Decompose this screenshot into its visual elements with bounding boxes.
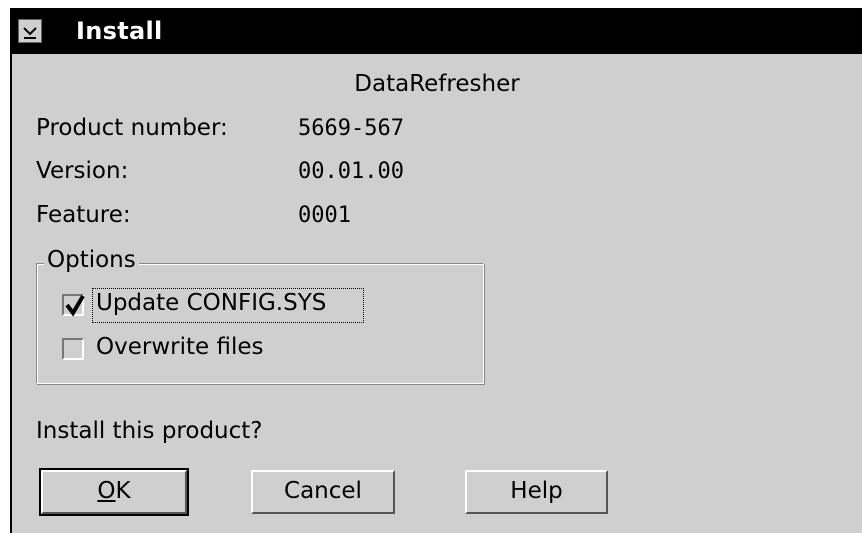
version-value: 00.01.00 <box>298 159 404 184</box>
install-dialog: Install DataRefresher Product number: 56… <box>10 8 862 533</box>
product-name: DataRefresher <box>354 71 520 97</box>
product-number-label: Product number: <box>36 115 228 141</box>
ok-button[interactable]: OK <box>39 468 189 516</box>
ok-mnemonic: O <box>97 478 116 504</box>
options-group <box>36 263 484 384</box>
overwrite-files-checkbox[interactable] <box>62 338 84 360</box>
feature-value: 0001 <box>298 203 351 228</box>
update-config-label[interactable]: Update CONFIG.SYS <box>96 290 326 316</box>
overwrite-files-label[interactable]: Overwrite files <box>96 334 263 360</box>
feature-label: Feature: <box>36 202 131 228</box>
chevron-down-icon <box>19 20 41 42</box>
install-prompt: Install this product? <box>36 418 263 444</box>
ok-label-rest: K <box>115 478 131 504</box>
window-title: Install <box>76 17 163 45</box>
product-number-value: 5669-567 <box>298 116 404 141</box>
update-config-checkbox[interactable] <box>62 294 85 317</box>
system-menu-button[interactable] <box>18 19 42 43</box>
options-group-label: Options <box>44 247 139 273</box>
title-bar[interactable]: Install <box>12 10 862 54</box>
help-button[interactable]: Help <box>465 470 608 514</box>
cancel-button[interactable]: Cancel <box>251 470 395 514</box>
version-label: Version: <box>36 158 129 184</box>
